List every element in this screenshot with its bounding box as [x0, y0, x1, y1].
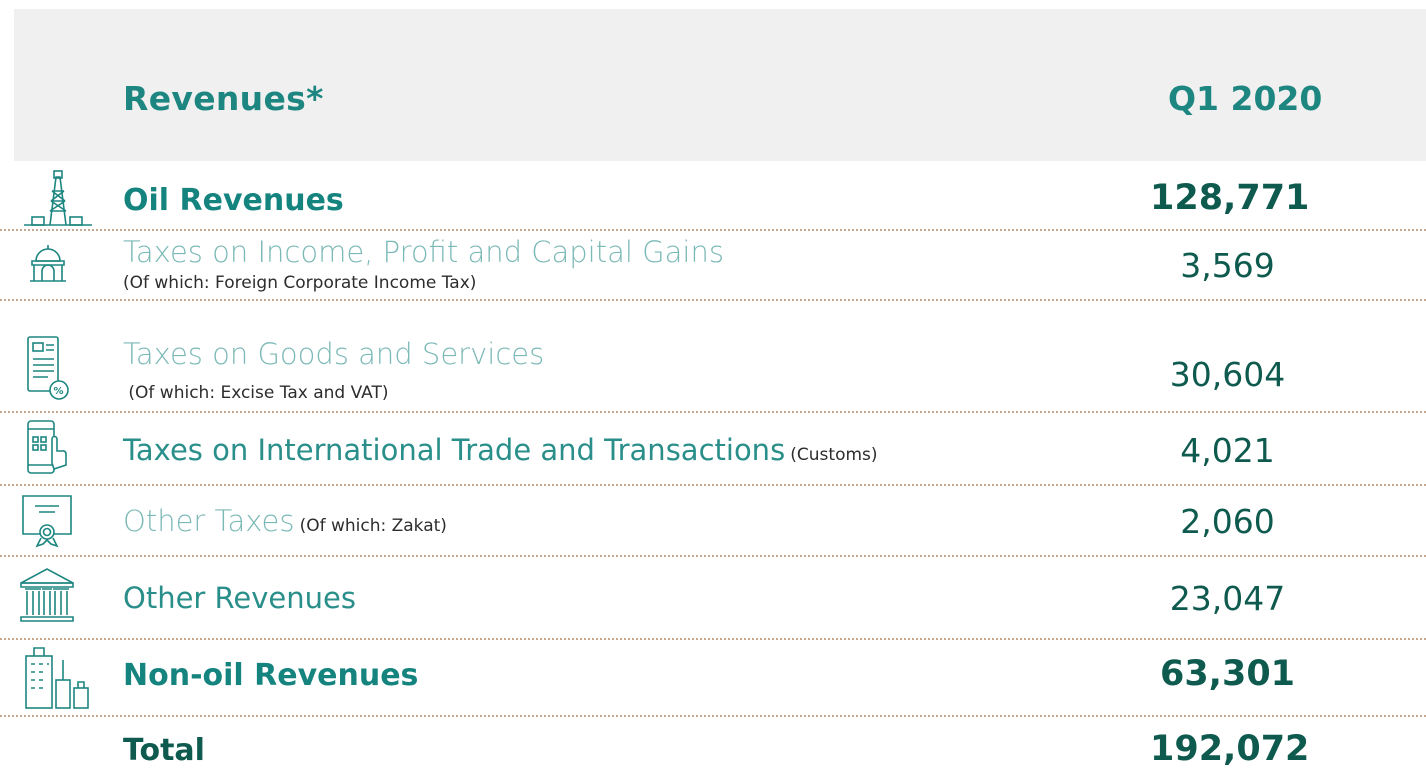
row-other-revenues: Other Revenues 23,047	[0, 555, 1426, 640]
row-label: Other Revenues	[123, 581, 356, 615]
row-label: Taxes on Income, Profit and Capital Gain…	[123, 235, 724, 269]
city-buildings-icon	[22, 644, 104, 710]
row-income-taxes: Taxes on Income, Profit and Capital Gain…	[0, 229, 1426, 301]
tax-invoice-icon: %	[26, 335, 70, 401]
row-label: Taxes on Goods and Services	[123, 337, 545, 371]
header-period: Q1 2020	[1168, 79, 1323, 118]
row-sublabel: (Of which: Excise Tax and VAT)	[123, 383, 389, 403]
certificate-icon	[21, 494, 73, 548]
oil-rig-icon	[22, 169, 94, 229]
row-value: 63,301	[1159, 654, 1296, 694]
row-sublabel: (Of which: Foreign Corporate Income Tax)	[123, 273, 477, 293]
row-oil-revenues: Oil Revenues 128,771	[0, 161, 1426, 231]
row-international-trade-taxes: Taxes on International Trade and Transac…	[0, 411, 1426, 486]
row-sublabel: (Customs)	[790, 445, 878, 465]
row-total: Total 192,072	[0, 717, 1426, 783]
row-other-taxes: Other Taxes (Of which: Zakat) 2,060	[0, 484, 1426, 557]
row-label: Taxes on International Trade and Transac…	[123, 433, 786, 467]
table-header: Revenues* Q1 2020	[14, 9, 1426, 161]
total-label: Total	[123, 733, 205, 768]
row-value: 2,060	[1180, 502, 1275, 541]
row-sublabel: (Of which: Zakat)	[299, 516, 447, 536]
bank-icon	[17, 567, 77, 627]
row-non-oil-revenues: Non-oil Revenues 63,301	[0, 638, 1426, 717]
row-value: 4,021	[1180, 431, 1275, 470]
total-value: 192,072	[1150, 729, 1310, 769]
row-label: Other Taxes	[123, 504, 295, 538]
svg-text:%: %	[54, 386, 64, 397]
row-value: 23,047	[1169, 579, 1286, 618]
row-goods-services-taxes: % Taxes on Goods and Services (Of which:…	[0, 299, 1426, 413]
header-title: Revenues*	[123, 79, 324, 118]
tablet-touch-icon	[26, 419, 70, 477]
row-label: Oil Revenues	[123, 183, 344, 218]
government-building-icon	[28, 243, 68, 283]
row-value: 30,604	[1169, 355, 1286, 394]
row-label: Non-oil Revenues	[123, 658, 419, 693]
row-value: 128,771	[1150, 178, 1310, 218]
row-value: 3,569	[1180, 246, 1275, 285]
